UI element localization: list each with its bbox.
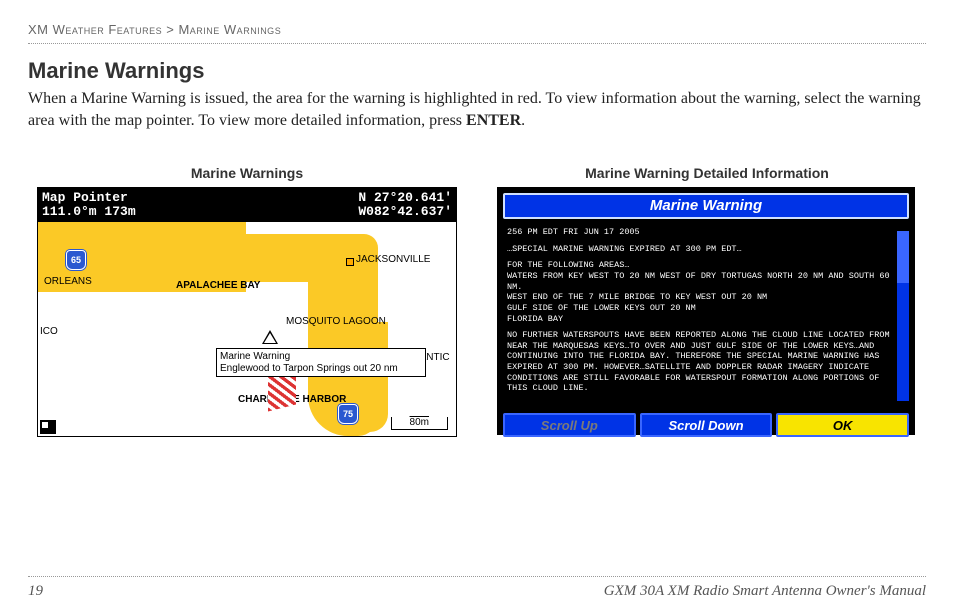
interstate-shield-icon: 65	[66, 250, 86, 270]
map-header: Map Pointer 111.0°m 173m N 27°20.641' W0…	[38, 188, 456, 222]
page-footer: 19 GXM 30A XM Radio Smart Antenna Owner'…	[28, 576, 926, 600]
figures-row: Marine Warnings Map Pointer 111.0°m 173m…	[28, 165, 926, 437]
detail-p3: NO FURTHER WATERSPOUTS HAVE BEEN REPORTE…	[507, 330, 893, 394]
label-orleans: ORLEANS	[44, 276, 92, 287]
scroll-down-button[interactable]: Scroll Down	[640, 413, 773, 437]
map-lon: W082°42.637'	[358, 205, 452, 219]
figure-map-caption: Marine Warnings	[37, 165, 457, 181]
breadcrumb: XM Weather Features > Marine Warnings	[28, 22, 926, 44]
page-number: 19	[28, 583, 43, 600]
label-ico: ICO	[40, 326, 58, 337]
figure-detail-caption: Marine Warning Detailed Information	[497, 165, 917, 181]
manual-page: XM Weather Features > Marine Warnings Ma…	[0, 0, 954, 614]
detail-buttons: Scroll Up Scroll Down OK	[503, 413, 909, 437]
scrollbar-thumb[interactable]	[897, 223, 909, 283]
map-lat: N 27°20.641'	[358, 191, 452, 205]
warning-popup: Marine Warning Englewood to Tarpon Sprin…	[216, 348, 426, 377]
body-paragraph: When a Marine Warning is issued, the are…	[28, 88, 926, 131]
manual-title: GXM 30A XM Radio Smart Antenna Owner's M…	[604, 583, 926, 600]
ok-button[interactable]: OK	[776, 413, 909, 437]
detail-timestamp: 256 PM EDT FRI JUN 17 2005	[507, 227, 893, 238]
map-canvas[interactable]: 65 75 JACKSONVILLE ORLEANS ICO APALACHEE…	[38, 222, 456, 436]
detail-title: Marine Warning	[503, 193, 909, 219]
body-bold: ENTER	[466, 112, 521, 129]
detail-p1: …SPECIAL MARINE WARNING EXPIRED AT 300 P…	[507, 244, 893, 255]
map-pointer-label: Map Pointer	[42, 191, 136, 205]
map-distance: 173m	[104, 204, 135, 219]
body-tail: .	[521, 112, 525, 129]
city-marker-icon	[346, 258, 354, 266]
map-device: Map Pointer 111.0°m 173m N 27°20.641' W0…	[37, 187, 457, 437]
figure-detail: Marine Warning Detailed Information Mari…	[497, 165, 917, 437]
interstate-shield-icon: 75	[338, 404, 358, 424]
scroll-up-button[interactable]: Scroll Up	[503, 413, 636, 437]
map-pointer-icon-inner	[264, 333, 276, 343]
map-bearing: 111.0°m	[42, 204, 97, 219]
map-bearing-distance: 111.0°m 173m	[42, 205, 136, 219]
breadcrumb-page: Marine Warnings	[178, 22, 281, 37]
popup-title: Marine Warning	[220, 351, 422, 363]
page-title: Marine Warnings	[28, 58, 926, 84]
map-header-left: Map Pointer 111.0°m 173m	[42, 188, 136, 222]
label-jacksonville: JACKSONVILLE	[356, 254, 430, 265]
breadcrumb-section: XM Weather Features	[28, 22, 162, 37]
label-mosquito: MOSQUITO LAGOON	[286, 316, 386, 327]
popup-text: Englewood to Tarpon Springs out 20 nm	[220, 363, 422, 375]
landmass	[366, 322, 388, 432]
scrollbar-cap-top	[897, 223, 909, 231]
detail-device: Marine Warning 256 PM EDT FRI JUN 17 200…	[497, 187, 915, 435]
detail-p2: FOR THE FOLLOWING AREAS… WATERS FROM KEY…	[507, 260, 893, 324]
map-scale: 80m	[391, 417, 448, 430]
scrollbar-cap-bottom	[897, 401, 909, 409]
status-flag-icon	[40, 420, 56, 434]
map-header-right: N 27°20.641' W082°42.637'	[358, 188, 452, 222]
label-apalachee: APALACHEE BAY	[176, 280, 260, 291]
breadcrumb-sep: >	[166, 22, 174, 37]
detail-body[interactable]: 256 PM EDT FRI JUN 17 2005 …SPECIAL MARI…	[503, 223, 909, 409]
figure-map: Marine Warnings Map Pointer 111.0°m 173m…	[37, 165, 457, 437]
